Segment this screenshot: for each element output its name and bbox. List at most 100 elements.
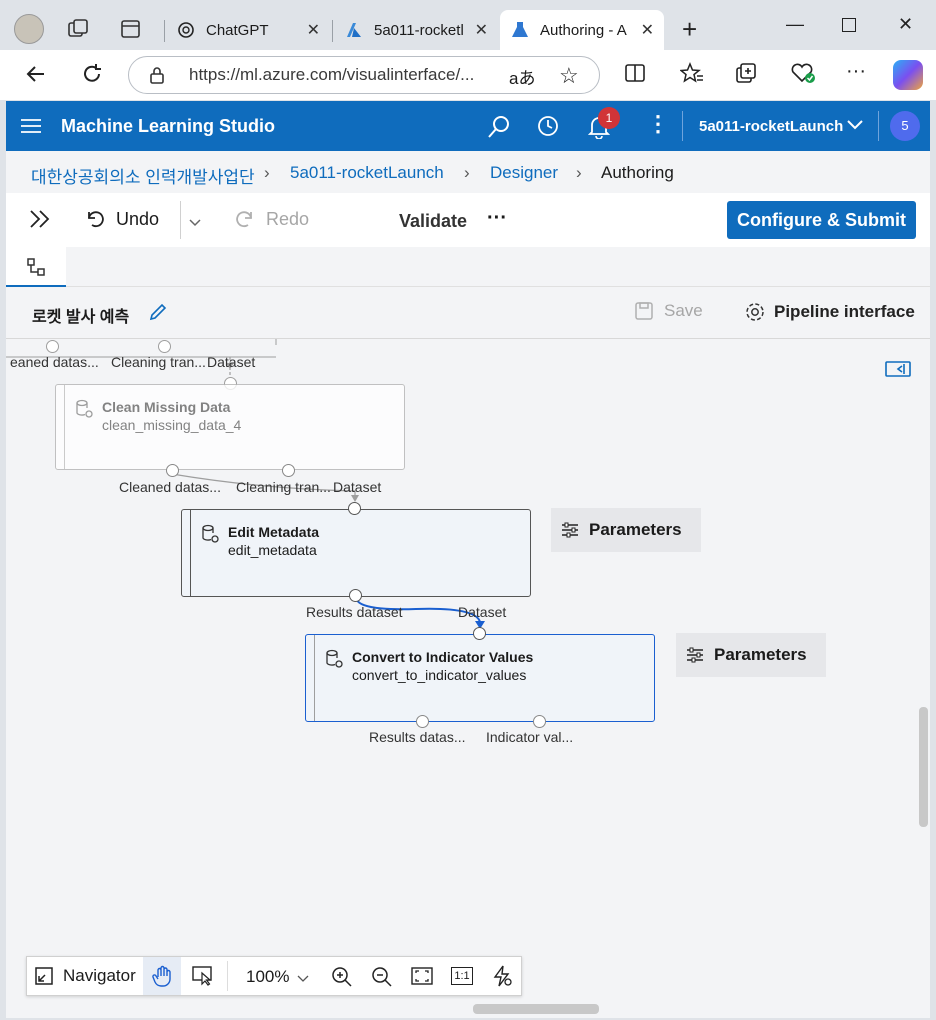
sliders-icon [562,522,578,538]
redo-button[interactable]: Redo [234,208,309,230]
split-screen-icon[interactable] [624,62,646,90]
lock-icon [149,66,165,89]
parameters-label: Parameters [714,645,807,664]
port-label: Cleaning tran... [111,354,206,370]
flask-icon [510,20,530,40]
url-field[interactable]: https://ml.azure.com/visualinterface/...… [128,56,600,94]
browser-essentials-icon[interactable] [790,62,816,90]
more-actions-button[interactable]: ··· [487,207,507,230]
hamburger-menu-icon[interactable] [21,118,41,139]
tab-pipeline-graph[interactable] [6,247,66,287]
breadcrumb-workspace[interactable]: 5a011-rocketLaunch [290,163,444,183]
pipeline-interface-label: Pipeline interface [774,302,915,321]
node-clean-missing-data[interactable]: Clean Missing Data clean_missing_data_4 [55,384,405,470]
pipeline-canvas[interactable]: eaned datas... Cleaning tran... Dataset … [6,339,930,1018]
parameters-label: Parameters [589,520,682,539]
edit-metadata-parameters-button[interactable]: Parameters [551,508,701,552]
module-icon [200,524,220,544]
pipeline-interface-button[interactable]: Pipeline interface [744,301,915,323]
address-bar: https://ml.azure.com/visualinterface/...… [0,50,936,100]
output-port[interactable] [158,340,171,353]
workspaces-icon[interactable] [66,18,90,40]
close-tab-icon[interactable]: ✕ [307,20,320,40]
zoom-level-select[interactable]: 100% [246,967,289,987]
zoom-in-icon[interactable] [331,966,353,993]
actual-size-button[interactable]: 1:1 [451,967,473,985]
port-label: Cleaning tran... [236,479,331,495]
node-title: Clean Missing Data [102,399,231,415]
navigator-toggle[interactable]: Navigator [35,966,136,986]
node-convert-to-indicator-values[interactable]: Convert to Indicator Values convert_to_i… [305,634,655,722]
output-port[interactable] [282,464,295,477]
favorites-icon[interactable] [679,62,704,90]
breadcrumb: 대한상공회의소 인력개발사업단 › 5a011-rocketLaunch › D… [6,151,930,195]
profile-avatar[interactable] [14,14,44,44]
close-tab-icon[interactable]: ✕ [641,20,654,40]
tab-workspace[interactable]: 5a011-rocketl ✕ [334,10,498,50]
back-icon[interactable] [24,62,48,92]
minimize-icon[interactable]: — [786,14,804,35]
maximize-icon[interactable] [842,18,856,32]
close-tab-icon[interactable]: ✕ [475,20,488,40]
search-icon[interactable] [487,115,511,144]
output-port[interactable] [349,589,362,602]
browser-window: ChatGPT ✕ 5a011-rocketl ✕ Authoring - A … [0,0,936,1020]
favorite-star-icon[interactable]: ☆ [559,63,579,89]
browser-menu-icon[interactable]: ··· [846,60,866,83]
collections-icon[interactable] [734,62,758,90]
auto-layout-icon[interactable] [491,965,513,992]
navigator-label: Navigator [63,966,136,985]
copilot-icon[interactable] [893,60,923,90]
read-aloud-icon[interactable]: aあ [509,64,535,89]
breadcrumb-current: Authoring [601,163,674,182]
convert-parameters-button[interactable]: Parameters [676,633,826,677]
redo-label: Redo [266,208,310,229]
node-subtitle: edit_metadata [228,542,317,558]
undo-button[interactable]: Undo [84,208,159,230]
tab-chatgpt[interactable]: ChatGPT ✕ [166,10,330,50]
breadcrumb-designer[interactable]: Designer [490,163,558,183]
panel-tab-row [6,247,930,287]
url-text: https://ml.azure.com/visualinterface/... [189,65,475,84]
user-avatar[interactable]: 5 [890,111,920,141]
zoom-out-icon[interactable] [371,966,393,993]
validate-button[interactable]: Validate [399,211,467,232]
app-title[interactable]: Machine Learning Studio [61,116,275,137]
recent-history-icon[interactable] [536,114,560,143]
edit-pencil-icon[interactable] [148,302,168,327]
collapse-panel-icon[interactable] [885,361,911,382]
chevron-down-icon[interactable] [297,969,309,989]
node-title: Edit Metadata [228,524,320,540]
input-port[interactable] [348,502,361,515]
vertical-scrollbar[interactable] [919,707,928,827]
close-window-icon[interactable]: ✕ [898,14,913,35]
output-port[interactable] [416,715,429,728]
select-pointer-icon[interactable] [192,966,214,991]
node-edit-metadata[interactable]: Edit Metadata edit_metadata [181,509,531,597]
more-options-icon[interactable]: ⋮ [647,113,669,135]
workspace-selector[interactable]: 5a011-rocketLaunch [699,118,843,135]
chatgpt-icon [176,20,196,40]
undo-dropdown-icon[interactable] [188,213,202,234]
refresh-icon[interactable] [80,62,104,92]
expand-panel-icon[interactable] [28,208,52,235]
configure-submit-button[interactable]: Configure & Submit [727,201,916,239]
chevron-down-icon[interactable] [846,118,864,137]
vertical-tabs-icon[interactable] [120,18,142,40]
fit-to-screen-icon[interactable] [411,967,433,990]
horizontal-scrollbar[interactable] [473,1004,599,1014]
output-port[interactable] [46,340,59,353]
tab-authoring[interactable]: Authoring - A ✕ [500,10,664,50]
port-label: Dataset [333,479,382,495]
save-button[interactable]: Save [634,301,703,321]
pan-hand-icon[interactable] [143,957,181,995]
new-tab-icon[interactable]: + [682,14,697,45]
navigator-icon [35,967,53,985]
output-port[interactable] [166,464,179,477]
breadcrumb-org[interactable]: 대한상공회의소 인력개발사업단 [31,163,255,188]
port-label: Dataset [458,604,507,620]
output-port[interactable] [533,715,546,728]
module-icon [324,649,344,669]
module-icon [74,399,94,419]
input-port[interactable] [473,627,486,640]
